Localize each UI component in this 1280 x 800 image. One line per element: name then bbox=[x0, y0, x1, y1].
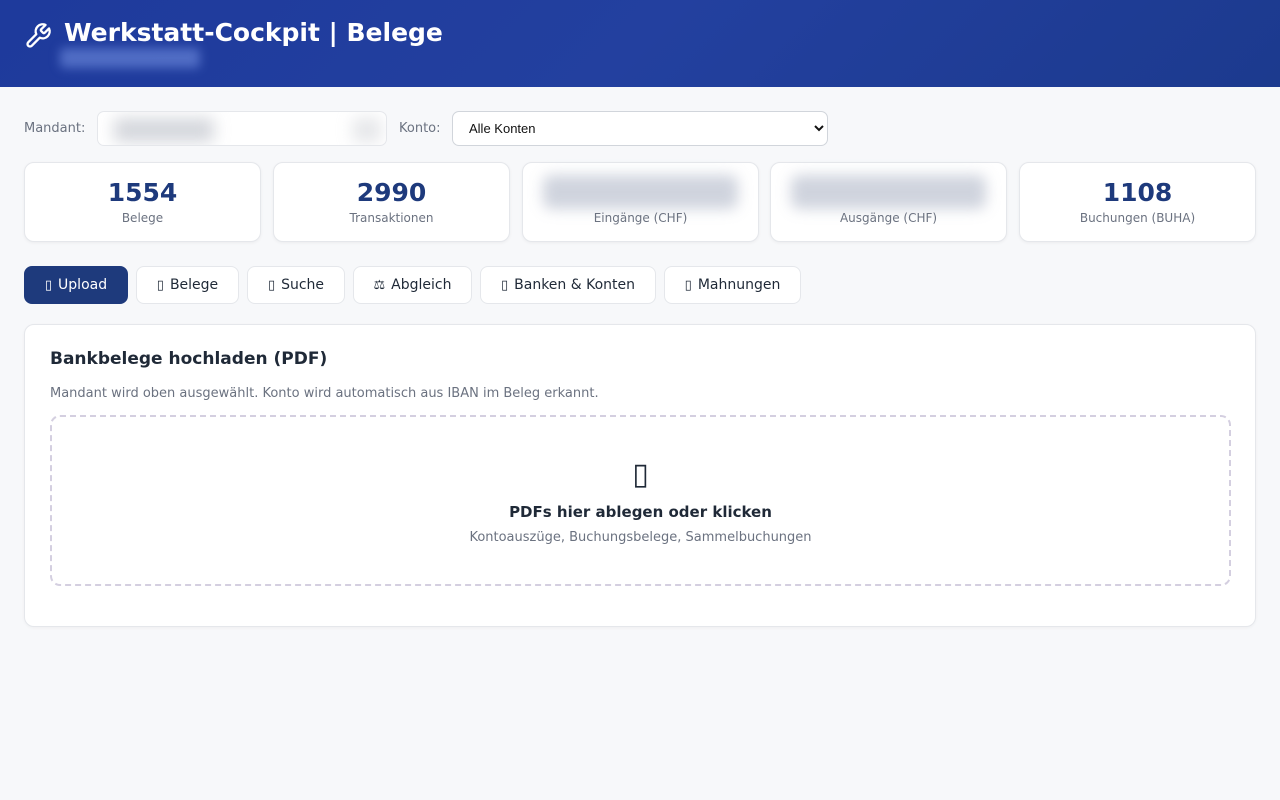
stats-row: 1554 Belege 2990 Transaktionen Eingänge … bbox=[24, 162, 1256, 242]
upload-icon: ▯ bbox=[44, 277, 53, 293]
upload-card: Bankbelege hochladen (PDF) Mandant wird … bbox=[24, 324, 1256, 627]
stat-label: Transaktionen bbox=[349, 211, 434, 225]
konto-select[interactable]: Alle Konten bbox=[452, 111, 828, 146]
stat-value-redacted bbox=[543, 175, 738, 209]
stat-value: 2990 bbox=[356, 178, 427, 207]
stat-belege: 1554 Belege bbox=[24, 162, 261, 242]
tab-label: Upload bbox=[58, 277, 108, 293]
dropzone-subtitle: Kontoauszüge, Buchungsbelege, Sammelbuch… bbox=[469, 530, 812, 545]
stat-label: Buchungen (BUHA) bbox=[1079, 211, 1196, 225]
document-icon: ▯ bbox=[156, 277, 164, 293]
tab-label: Mahnungen bbox=[697, 277, 781, 293]
tab-label: Banken & Konten bbox=[514, 277, 636, 293]
mandant-field[interactable] bbox=[97, 111, 387, 146]
tab-upload[interactable]: ▯ Upload bbox=[24, 266, 128, 304]
upload-hint: Mandant wird oben ausgewählt. Konto wird… bbox=[50, 386, 599, 401]
folder-icon: ▯ bbox=[632, 457, 649, 492]
stat-value: 1554 bbox=[107, 178, 178, 207]
search-icon: ▯ bbox=[267, 277, 276, 293]
mandant-value-redacted bbox=[114, 118, 214, 142]
app-header: Werkstatt-Cockpit | Belege bbox=[0, 0, 1280, 87]
tab-label: Belege bbox=[169, 277, 219, 293]
tab-abgleich[interactable]: ⚖ Abgleich bbox=[353, 266, 472, 304]
tab-mahnungen[interactable]: ▯ Mahnungen bbox=[664, 266, 801, 304]
mandant-value-redacted-end bbox=[353, 118, 381, 142]
mandant-label: Mandant: bbox=[24, 121, 86, 136]
stat-eingaenge: Eingänge (CHF) bbox=[522, 162, 759, 242]
stat-label: Ausgänge (CHF) bbox=[839, 211, 938, 225]
konto-label: Konto: bbox=[399, 121, 441, 136]
tab-label: Abgleich bbox=[391, 277, 452, 293]
stat-ausgaenge: Ausgänge (CHF) bbox=[770, 162, 1007, 242]
stat-transaktionen: 2990 Transaktionen bbox=[273, 162, 510, 242]
tab-banken-konten[interactable]: ▯ Banken & Konten bbox=[480, 266, 656, 304]
bank-icon: ▯ bbox=[500, 277, 509, 293]
stat-value-redacted bbox=[791, 175, 986, 209]
wrench-icon bbox=[26, 23, 51, 48]
bell-icon: ▯ bbox=[684, 277, 692, 293]
stat-value: 1108 bbox=[1102, 178, 1173, 207]
header-subtitle-redacted bbox=[60, 48, 200, 68]
tab-belege[interactable]: ▯ Belege bbox=[136, 266, 239, 304]
pdf-dropzone[interactable]: ▯ PDFs hier ablegen oder klicken Kontoau… bbox=[50, 415, 1231, 586]
dropzone-title: PDFs hier ablegen oder klicken bbox=[509, 503, 772, 521]
filter-bar: Mandant: Konto: Alle Konten bbox=[24, 111, 828, 146]
stat-buchungen: 1108 Buchungen (BUHA) bbox=[1019, 162, 1256, 242]
tab-label: Suche bbox=[281, 277, 325, 293]
page-title: Werkstatt-Cockpit | Belege bbox=[64, 18, 443, 47]
stat-label: Belege bbox=[121, 211, 164, 225]
scale-icon: ⚖ bbox=[373, 277, 386, 293]
tab-suche[interactable]: ▯ Suche bbox=[247, 266, 345, 304]
upload-title: Bankbelege hochladen (PDF) bbox=[50, 349, 328, 369]
stat-label: Eingänge (CHF) bbox=[593, 211, 688, 225]
